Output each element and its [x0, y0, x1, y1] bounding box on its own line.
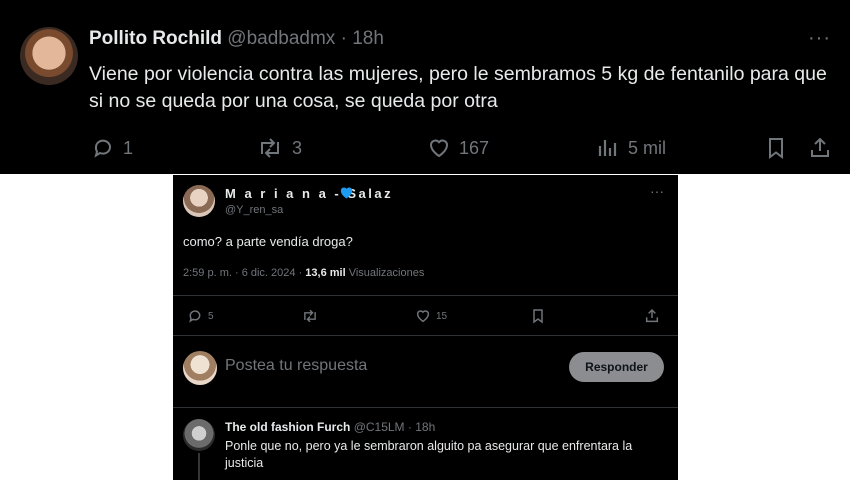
- display-name[interactable]: Pollito Rochild: [89, 28, 222, 49]
- repost-count: 3: [292, 137, 303, 158]
- repost-icon: [304, 309, 316, 323]
- reply-text: como? a parte vendía droga?: [183, 234, 353, 249]
- divider: [173, 295, 678, 296]
- reply-button[interactable]: 1: [91, 134, 133, 162]
- timestamp[interactable]: 18h: [352, 28, 384, 49]
- views-label: Visualizaciones: [345, 267, 425, 279]
- views-button[interactable]: 5 mil: [596, 134, 666, 162]
- reply-card: M a r i a n a - Salaz @Y_ren_sa ··· como…: [173, 175, 678, 480]
- bookmark-icon: [769, 138, 783, 159]
- thread-reply-text: Ponle que no, pero ya le sembraron algui…: [225, 439, 633, 470]
- more-icon[interactable]: ···: [650, 183, 664, 199]
- share-button[interactable]: [644, 306, 660, 326]
- tweet-header: Pollito Rochild @badbadmx · 18h: [89, 28, 384, 50]
- reply-count: 5: [208, 310, 214, 322]
- separator: ·: [340, 28, 347, 49]
- reply-icon: [189, 310, 201, 323]
- thread-line: [198, 453, 200, 480]
- display-name[interactable]: M a r i a n a - Salaz: [225, 186, 393, 201]
- views-count: 13,6 mil: [305, 267, 346, 279]
- handle[interactable]: @C15LM: [354, 420, 405, 434]
- timestamp[interactable]: 18h: [415, 420, 435, 434]
- like-count: 15: [436, 310, 448, 322]
- main-tweet: Pollito Rochild @badbadmx · 18h ··· Vien…: [0, 0, 850, 174]
- verified-badge-icon: [340, 187, 353, 199]
- post-datetime[interactable]: 2:59 p. m. · 6 dic. 2024 ·: [183, 267, 305, 279]
- handle[interactable]: @badbadmx: [227, 28, 335, 49]
- share-icon: [811, 137, 829, 157]
- avatar[interactable]: [20, 27, 78, 85]
- repost-button[interactable]: 3: [256, 134, 302, 162]
- repost-icon: [261, 138, 279, 158]
- display-name[interactable]: The old fashion Furch: [225, 420, 350, 434]
- separator: ·: [404, 420, 416, 434]
- avatar[interactable]: [183, 185, 215, 217]
- tweet-actions: 1 3 167 5 mil: [0, 134, 850, 162]
- views-count: 5 mil: [628, 137, 667, 158]
- post-meta: 2:59 p. m. · 6 dic. 2024 · 13,6 mil Visu…: [183, 267, 424, 279]
- reply-button[interactable]: 5: [187, 306, 214, 326]
- avatar: [183, 351, 217, 385]
- like-count: 167: [459, 137, 490, 158]
- reply-count: 1: [123, 137, 134, 158]
- divider: [173, 407, 678, 408]
- divider: [173, 335, 678, 336]
- bookmark-button[interactable]: [530, 306, 546, 326]
- repost-button[interactable]: [301, 306, 319, 326]
- avatar[interactable]: [183, 419, 215, 451]
- reply-actions: 5 15: [173, 306, 678, 326]
- like-button[interactable]: 15: [415, 306, 447, 326]
- views-icon: [598, 140, 617, 156]
- reply-icon: [94, 139, 111, 158]
- reply-submit-button[interactable]: Responder: [569, 352, 664, 382]
- bookmark-icon: [533, 309, 543, 324]
- like-icon: [429, 139, 449, 158]
- like-icon: [416, 310, 430, 323]
- share-button[interactable]: [808, 134, 832, 162]
- reply-input[interactable]: Postea tu respuesta: [225, 357, 367, 375]
- share-icon: [645, 308, 659, 323]
- bookmark-button[interactable]: [764, 134, 788, 162]
- thread-reply-header: The old fashion Furch @C15LM · 18h: [225, 420, 435, 434]
- tweet-text: Viene por violencia contra las mujeres, …: [89, 63, 827, 112]
- like-button[interactable]: 167: [427, 134, 489, 162]
- more-icon[interactable]: ···: [808, 27, 831, 50]
- handle[interactable]: @Y_ren_sa: [225, 204, 283, 216]
